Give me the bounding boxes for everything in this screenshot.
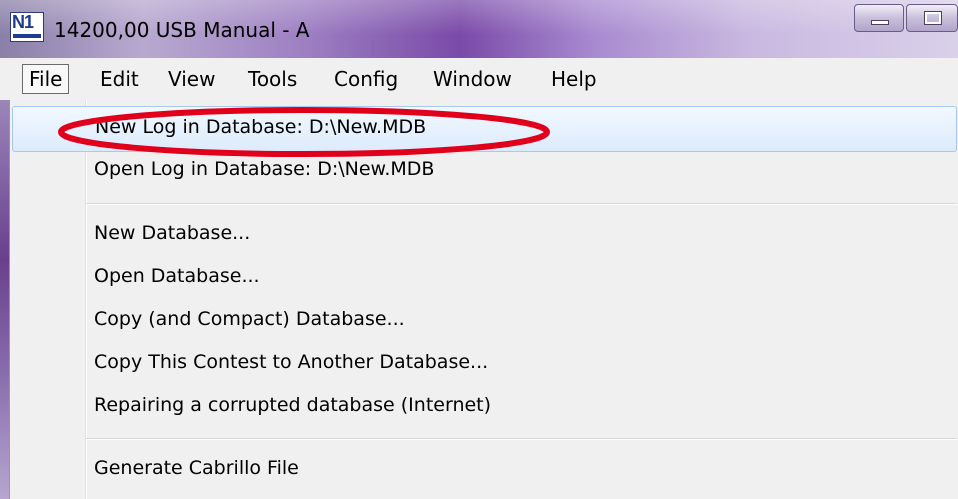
menu-edit[interactable]: Edit (100, 65, 139, 93)
menu-item-generate-cabrillo[interactable]: Generate Cabrillo File (10, 448, 958, 494)
menu-item-open-database[interactable]: Open Database... (10, 256, 958, 302)
menu-window[interactable]: Window (433, 65, 512, 93)
menu-file[interactable]: File (22, 64, 70, 94)
menu-tools[interactable]: Tools (248, 65, 297, 93)
menu-item-label: Repairing a corrupted database (Internet… (94, 394, 492, 416)
maximize-button[interactable] (906, 4, 958, 32)
menu-help[interactable]: Help (551, 65, 597, 93)
menu-item-copy-contest[interactable]: Copy This Contest to Another Database... (10, 342, 958, 388)
menu-separator (86, 203, 957, 205)
menu-view[interactable]: View (168, 65, 215, 93)
menu-item-new-database[interactable]: New Database... (10, 213, 958, 259)
menu-item-copy-compact-database[interactable]: Copy (and Compact) Database... (10, 299, 958, 345)
window-controls (854, 4, 958, 36)
maximize-icon (924, 11, 942, 25)
window-title: 14200,00 USB Manual - A (54, 18, 310, 42)
menu-separator (86, 438, 957, 440)
menu-item-label: New Log in Database: D:\New.MDB (95, 116, 427, 138)
background-window-edge (0, 100, 9, 499)
minimize-icon (871, 20, 889, 25)
menu-item-new-log[interactable]: New Log in Database: D:\New.MDB (12, 106, 957, 152)
menu-item-label: Open Database... (94, 265, 260, 287)
menu-item-open-log[interactable]: Open Log in Database: D:\New.MDB (10, 149, 958, 195)
menu-item-label: Copy This Contest to Another Database... (94, 351, 489, 373)
menu-config[interactable]: Config (334, 65, 398, 93)
menu-item-repair-database[interactable]: Repairing a corrupted database (Internet… (10, 385, 958, 431)
file-menu-dropdown: New Log in Database: D:\New.MDB Open Log… (9, 100, 958, 499)
title-bar[interactable]: N1 14200,00 USB Manual - A (0, 0, 958, 58)
menu-bar: File Edit View Tools Config Window Help (0, 58, 958, 100)
n1mm-logo-icon[interactable]: N1 (10, 12, 44, 42)
menu-item-label: New Database... (94, 222, 251, 244)
menu-item-label: Copy (and Compact) Database... (94, 308, 405, 330)
minimize-button[interactable] (854, 4, 904, 32)
menu-item-label: Generate Cabrillo File (94, 457, 299, 479)
menu-item-label: Open Log in Database: D:\New.MDB (94, 158, 435, 180)
